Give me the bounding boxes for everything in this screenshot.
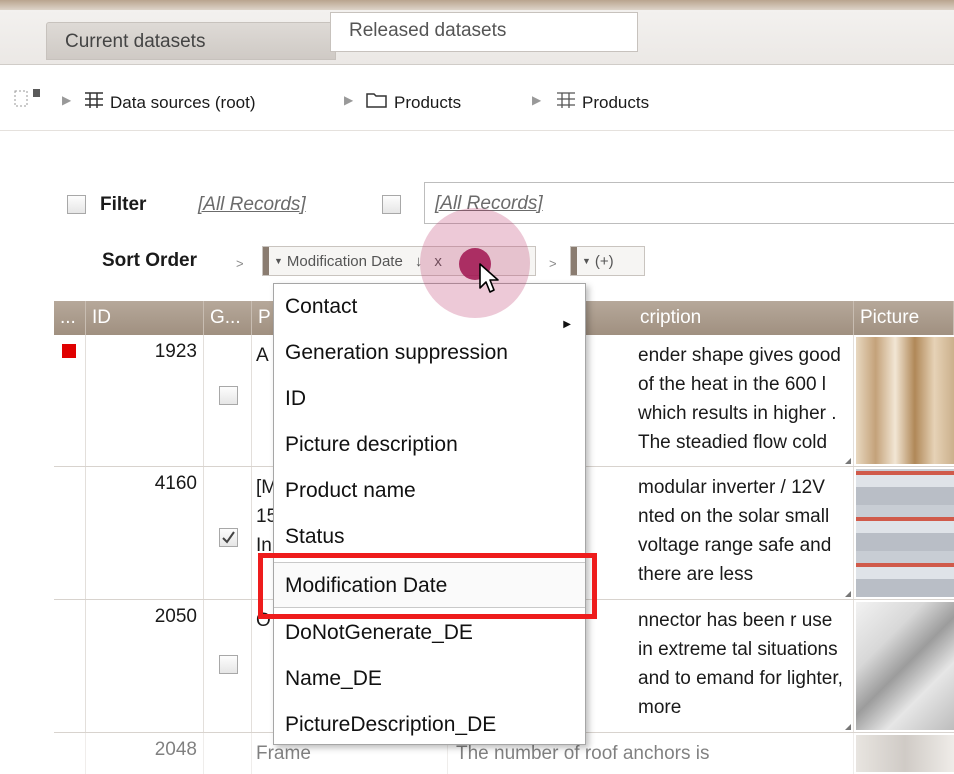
- folder-icon: [366, 91, 388, 114]
- mouse-cursor-icon: [478, 262, 504, 301]
- breadcrumb-item-products-table[interactable]: Products: [556, 91, 649, 114]
- generate-checkbox[interactable]: [219, 655, 238, 674]
- add-sort-label: (+): [594, 252, 614, 270]
- product-picture: [856, 735, 954, 772]
- tab-released-datasets[interactable]: Released datasets: [330, 12, 638, 52]
- product-picture: [856, 337, 954, 464]
- tree-toggle-icon[interactable]: [14, 88, 42, 115]
- resize-corner-icon[interactable]: [845, 724, 851, 730]
- breadcrumb-label: Products: [582, 92, 650, 112]
- breadcrumb: ▶ Data sources (root) ▶ Products ▶ Produ…: [0, 76, 954, 131]
- menu-item-generation-suppression[interactable]: Generation suppression: [274, 330, 585, 376]
- id-value: 2050: [154, 606, 197, 627]
- generate-cell: [204, 600, 252, 732]
- product-picture: [856, 602, 954, 730]
- status-cell: [54, 467, 86, 599]
- drag-handle-icon[interactable]: [263, 247, 269, 275]
- breadcrumb-separator-icon: ▶: [344, 93, 354, 107]
- window-top-edge: [0, 0, 954, 10]
- breadcrumb-label: Data sources (root): [110, 92, 256, 112]
- id-cell: 2048: [86, 733, 204, 774]
- menu-item-id[interactable]: ID: [274, 376, 585, 422]
- tab-bar: Current datasets Released datasets: [0, 10, 954, 65]
- menu-item-picture-description[interactable]: Picture description: [274, 422, 585, 468]
- id-value: 4160: [154, 473, 197, 494]
- column-header-id[interactable]: ID: [86, 301, 204, 335]
- generate-cell: [204, 733, 252, 774]
- app-window: Current datasets Released datasets ▶ Dat…: [0, 0, 954, 774]
- breadcrumb-item-products-folder[interactable]: Products: [366, 91, 461, 114]
- generate-cell: [204, 467, 252, 599]
- column-header-status[interactable]: ...: [54, 301, 86, 335]
- column-header-picture[interactable]: Picture: [854, 301, 954, 335]
- id-cell: 4160: [86, 467, 204, 599]
- status-indicator: [62, 344, 76, 358]
- sort-order-label: Sort Order: [102, 250, 198, 271]
- product-picture: [856, 469, 954, 597]
- sort-chip-label: Modification Date: [286, 252, 403, 270]
- sort-separator-icon: >: [549, 256, 557, 271]
- chevron-down-icon[interactable]: ▼: [274, 256, 283, 266]
- breadcrumb-separator-icon: ▶: [62, 93, 72, 107]
- generate-checkbox[interactable]: [219, 386, 238, 405]
- id-cell: 2050: [86, 600, 204, 732]
- annotation-highlight-box: [258, 553, 597, 619]
- breadcrumb-label: Products: [394, 92, 462, 112]
- all-records-link[interactable]: [All Records]: [198, 194, 306, 216]
- checkmark-icon: [222, 531, 235, 544]
- menu-item-product-name[interactable]: Product name: [274, 468, 585, 514]
- breadcrumb-item-data-sources[interactable]: Data sources (root): [84, 91, 256, 114]
- id-value: 2048: [154, 739, 197, 760]
- status-cell: [54, 733, 86, 774]
- column-header-generate[interactable]: G...: [204, 301, 252, 335]
- menu-item-picturedescription-de[interactable]: PictureDescription_DE: [274, 702, 585, 748]
- menu-item-label: Contact: [285, 295, 358, 318]
- description-value: nnector has been r use in extreme tal si…: [638, 610, 843, 718]
- resize-corner-icon[interactable]: [845, 591, 851, 597]
- filter-checkbox[interactable]: [67, 195, 86, 214]
- status-cell: [54, 335, 86, 466]
- description-value: ender shape gives good of the heat in th…: [638, 345, 841, 453]
- table-icon: [84, 91, 104, 114]
- description-value: modular inverter / 12V nted on the solar…: [638, 477, 832, 585]
- status-cell: [54, 600, 86, 732]
- table-icon: [556, 91, 576, 114]
- generate-checkbox-checked[interactable]: [219, 528, 238, 547]
- drag-handle-icon: [571, 247, 577, 275]
- product-value: A: [256, 345, 269, 366]
- resize-corner-icon[interactable]: [845, 458, 851, 464]
- id-cell: 1923: [86, 335, 204, 466]
- picture-cell: [854, 335, 954, 466]
- breadcrumb-separator-icon: ▶: [532, 93, 542, 107]
- sort-separator-icon: >: [236, 256, 244, 271]
- chevron-down-icon[interactable]: ▼: [582, 256, 591, 266]
- picture-cell: [854, 733, 954, 774]
- sort-field-dropdown: Contact ▶ Generation suppression ID Pict…: [273, 283, 586, 745]
- generate-cell: [204, 335, 252, 466]
- filter-label: Filter: [100, 194, 147, 215]
- id-value: 1923: [154, 341, 197, 362]
- filter-secondary-checkbox[interactable]: [382, 195, 401, 214]
- menu-item-name-de[interactable]: Name_DE: [274, 656, 585, 702]
- picture-cell: [854, 467, 954, 599]
- tab-current-datasets[interactable]: Current datasets: [46, 22, 336, 60]
- picture-cell: [854, 600, 954, 732]
- add-sort-chip[interactable]: ▼ (+): [570, 246, 645, 276]
